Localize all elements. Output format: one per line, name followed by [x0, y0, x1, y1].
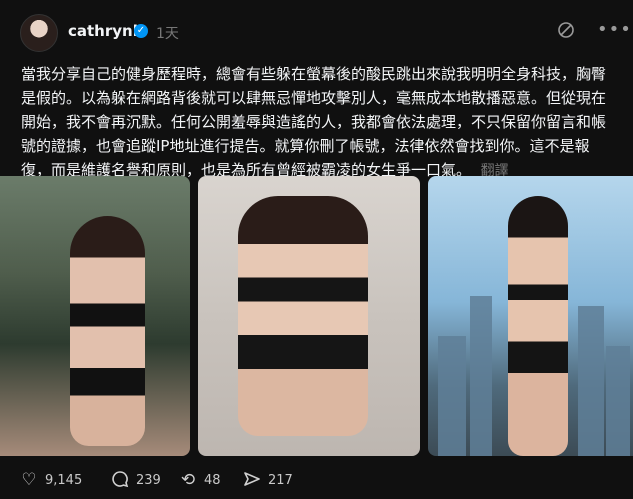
repost-count: 48: [204, 472, 221, 488]
share-button[interactable]: 217: [242, 470, 293, 490]
person-figure: [70, 216, 145, 446]
username[interactable]: cathrynli: [68, 22, 143, 40]
heart-icon: ♡: [21, 470, 37, 490]
post-header: cathrynli ✓ 1天 •••: [0, 0, 633, 60]
building: [578, 306, 604, 456]
building: [606, 346, 630, 456]
reply-button[interactable]: 239: [110, 470, 161, 490]
verified-badge-icon: ✓: [134, 24, 148, 38]
share-icon: [242, 470, 262, 490]
image-carousel[interactable]: [0, 176, 633, 456]
post-time[interactable]: 1天: [156, 23, 179, 43]
like-count: 9,145: [45, 472, 83, 488]
repost-button[interactable]: ⟲ 48: [178, 470, 221, 490]
translate-off-icon[interactable]: [556, 20, 576, 40]
share-count: 217: [268, 472, 293, 488]
city-photo-3[interactable]: [428, 176, 633, 456]
gym-photo-1[interactable]: [0, 176, 190, 456]
gym-photo-2[interactable]: [198, 176, 420, 456]
comment-icon: [110, 470, 130, 490]
repost-icon: ⟲: [180, 470, 196, 490]
post-text: 當我分享自己的健身歷程時，總會有些躲在螢幕後的酸民跳出來說我明明全身科技，胸臀是…: [21, 62, 617, 183]
action-bar: ♡ 9,145 239 ⟲ 48 217: [0, 466, 633, 494]
like-button[interactable]: ♡ 9,145: [19, 470, 82, 490]
person-figure: [508, 196, 568, 456]
post-body: 當我分享自己的健身歷程時，總會有些躲在螢幕後的酸民跳出來說我明明全身科技，胸臀是…: [21, 65, 607, 179]
reply-count: 239: [136, 472, 161, 488]
building: [438, 336, 466, 456]
person-figure: [238, 196, 368, 436]
building: [470, 296, 492, 456]
avatar[interactable]: [20, 14, 58, 52]
more-icon[interactable]: •••: [597, 20, 631, 40]
